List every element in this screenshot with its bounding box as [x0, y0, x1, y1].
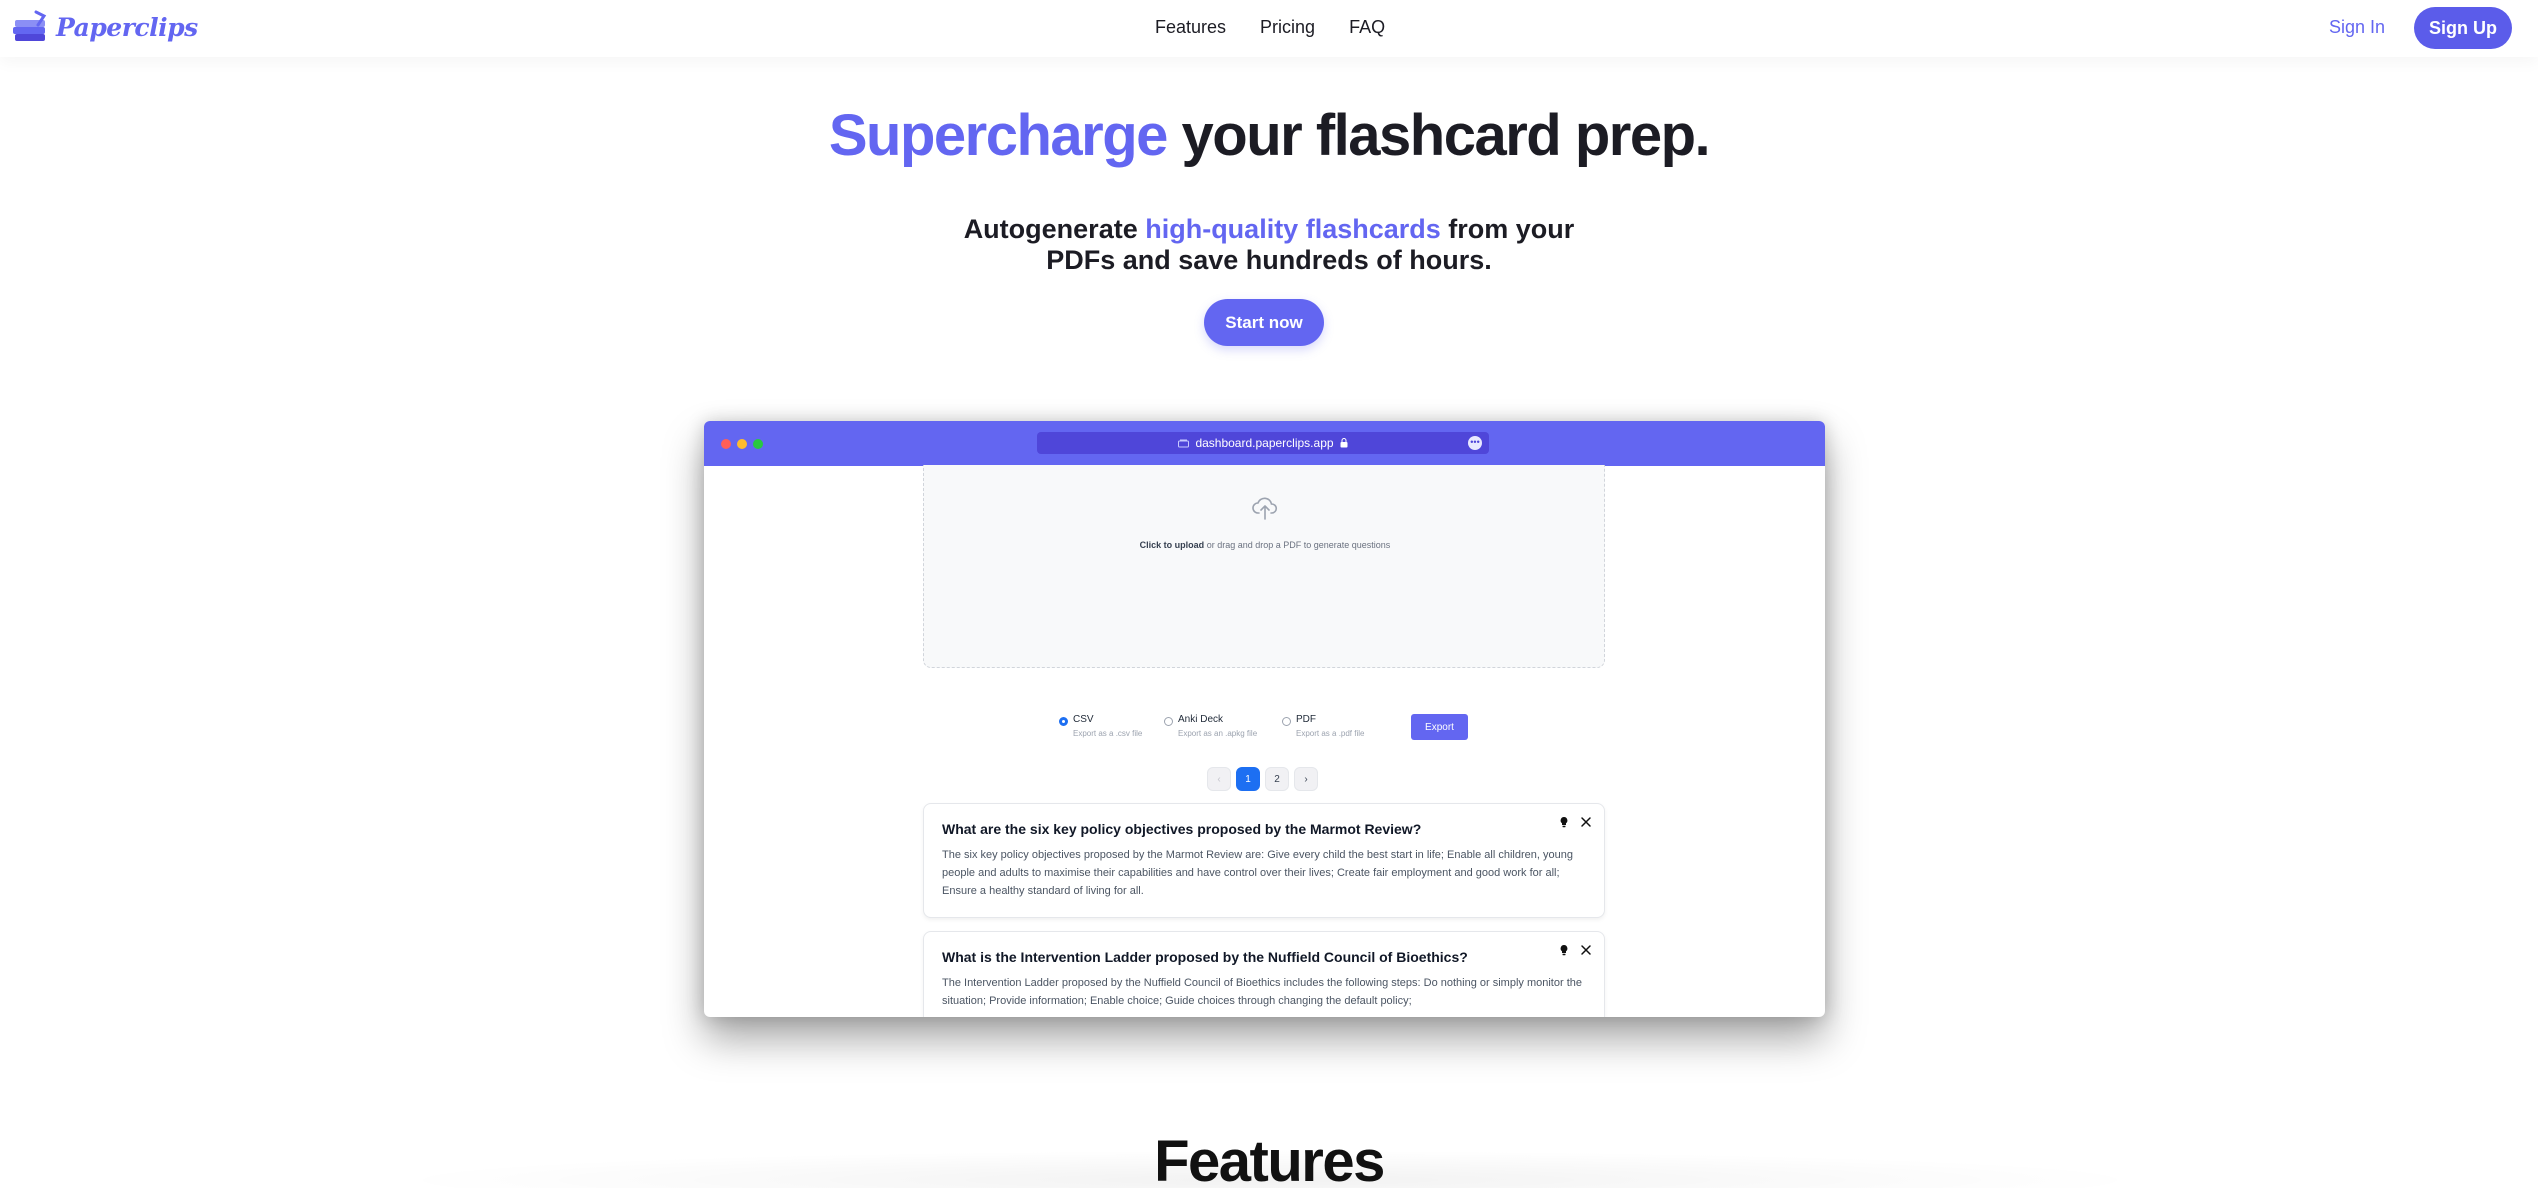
anki-label: Anki Deck — [1178, 714, 1224, 725]
flashcard-answer: The six key policy objectives proposed b… — [942, 849, 1573, 897]
csv-radio[interactable] — [1059, 717, 1068, 726]
brand-name: Paperclips — [56, 12, 198, 42]
flashcard: What is the Intervention Ladder proposed… — [923, 931, 1605, 1017]
close-icon[interactable] — [1580, 816, 1592, 828]
hero-title: Supercharge your flashcard prep. — [0, 102, 2538, 169]
page-1-button[interactable]: 1 — [1236, 767, 1260, 791]
pdf-upload-dropzone[interactable]: Click to upload or drag and drop a PDF t… — [923, 465, 1605, 668]
hero-title-accent: Supercharge — [828, 103, 1169, 168]
features-heading: Features — [1154, 1129, 1385, 1188]
nav-links: Features Pricing FAQ — [1155, 17, 1419, 38]
maximize-window-dot-icon — [753, 439, 763, 449]
card-actions — [1558, 816, 1592, 828]
upload-instructions: Click to upload or drag and drop a PDF t… — [924, 540, 1606, 550]
flashcard: What are the six key policy objectives p… — [923, 803, 1605, 918]
address-bar: dashboard.paperclips.app ••• — [1037, 432, 1489, 454]
hero-subtitle: Autogenerate high-quality flashcards fro… — [0, 214, 2538, 276]
brand-logo[interactable]: Paperclips — [12, 10, 198, 44]
hero-subtitle-accent: high-quality flashcards — [1145, 214, 1441, 244]
lock-icon — [1340, 438, 1348, 448]
close-window-dot-icon — [721, 439, 731, 449]
flashcard-answer: The Intervention Ladder proposed by the … — [942, 977, 1582, 1007]
nav-link-pricing[interactable]: Pricing — [1260, 17, 1315, 38]
hero-title-rest: your flashcard prep. — [1166, 103, 1711, 168]
start-now-button[interactable]: Start now — [1204, 299, 1324, 346]
anki-description: Export as an .apkg file — [1178, 729, 1258, 738]
browser-title-bar: dashboard.paperclips.app ••• — [704, 421, 1825, 466]
pdf-label: PDF — [1296, 714, 1316, 725]
more-options-icon: ••• — [1468, 436, 1482, 450]
pdf-radio[interactable] — [1282, 717, 1291, 726]
export-button[interactable]: Export — [1411, 714, 1468, 740]
minimize-window-dot-icon — [737, 439, 747, 449]
next-page-button[interactable]: › — [1294, 767, 1318, 791]
address-url: dashboard.paperclips.app — [1195, 436, 1334, 450]
paperclip-stack-icon — [13, 10, 47, 41]
click-to-upload-label[interactable]: Click to upload — [1140, 540, 1205, 550]
export-options: CSV Export as a .csv file Anki Deck Expo… — [1059, 714, 1489, 754]
upload-hint: or drag and drop a PDF to generate quest… — [1204, 540, 1391, 550]
tab-stack-icon — [1178, 439, 1190, 447]
sign-in-link[interactable]: Sign In — [2329, 17, 2385, 38]
pdf-description: Export as a .pdf file — [1296, 729, 1365, 738]
prev-page-button[interactable]: ‹ — [1207, 767, 1231, 791]
nav-link-features[interactable]: Features — [1155, 17, 1226, 38]
anki-radio[interactable] — [1164, 717, 1173, 726]
hero-subtitle-pre: Autogenerate — [963, 214, 1146, 244]
pagination: ‹ 1 2 › — [1207, 767, 1318, 791]
card-actions — [1558, 944, 1592, 956]
lightbulb-icon[interactable] — [1558, 816, 1570, 828]
close-icon[interactable] — [1580, 944, 1592, 956]
page-2-button[interactable]: 2 — [1265, 767, 1289, 791]
flashcard-question: What are the six key policy objectives p… — [942, 821, 1422, 837]
hero-subtitle-line2: PDFs and save hundreds of hours. — [1046, 245, 1492, 275]
hero-subtitle-post: from your — [1440, 214, 1575, 244]
flashcard-question: What is the Intervention Ladder proposed… — [942, 949, 1468, 965]
cloud-upload-icon — [1252, 497, 1278, 520]
lightbulb-icon[interactable] — [1558, 944, 1570, 956]
sign-up-button[interactable]: Sign Up — [2414, 7, 2512, 49]
csv-description: Export as a .csv file — [1073, 729, 1143, 738]
top-nav: Paperclips Features Pricing FAQ Sign In … — [0, 0, 2538, 57]
nav-link-faq[interactable]: FAQ — [1349, 17, 1385, 38]
csv-label: CSV — [1073, 714, 1094, 725]
dashboard-preview-window: dashboard.paperclips.app ••• Click to up… — [704, 421, 1825, 1017]
